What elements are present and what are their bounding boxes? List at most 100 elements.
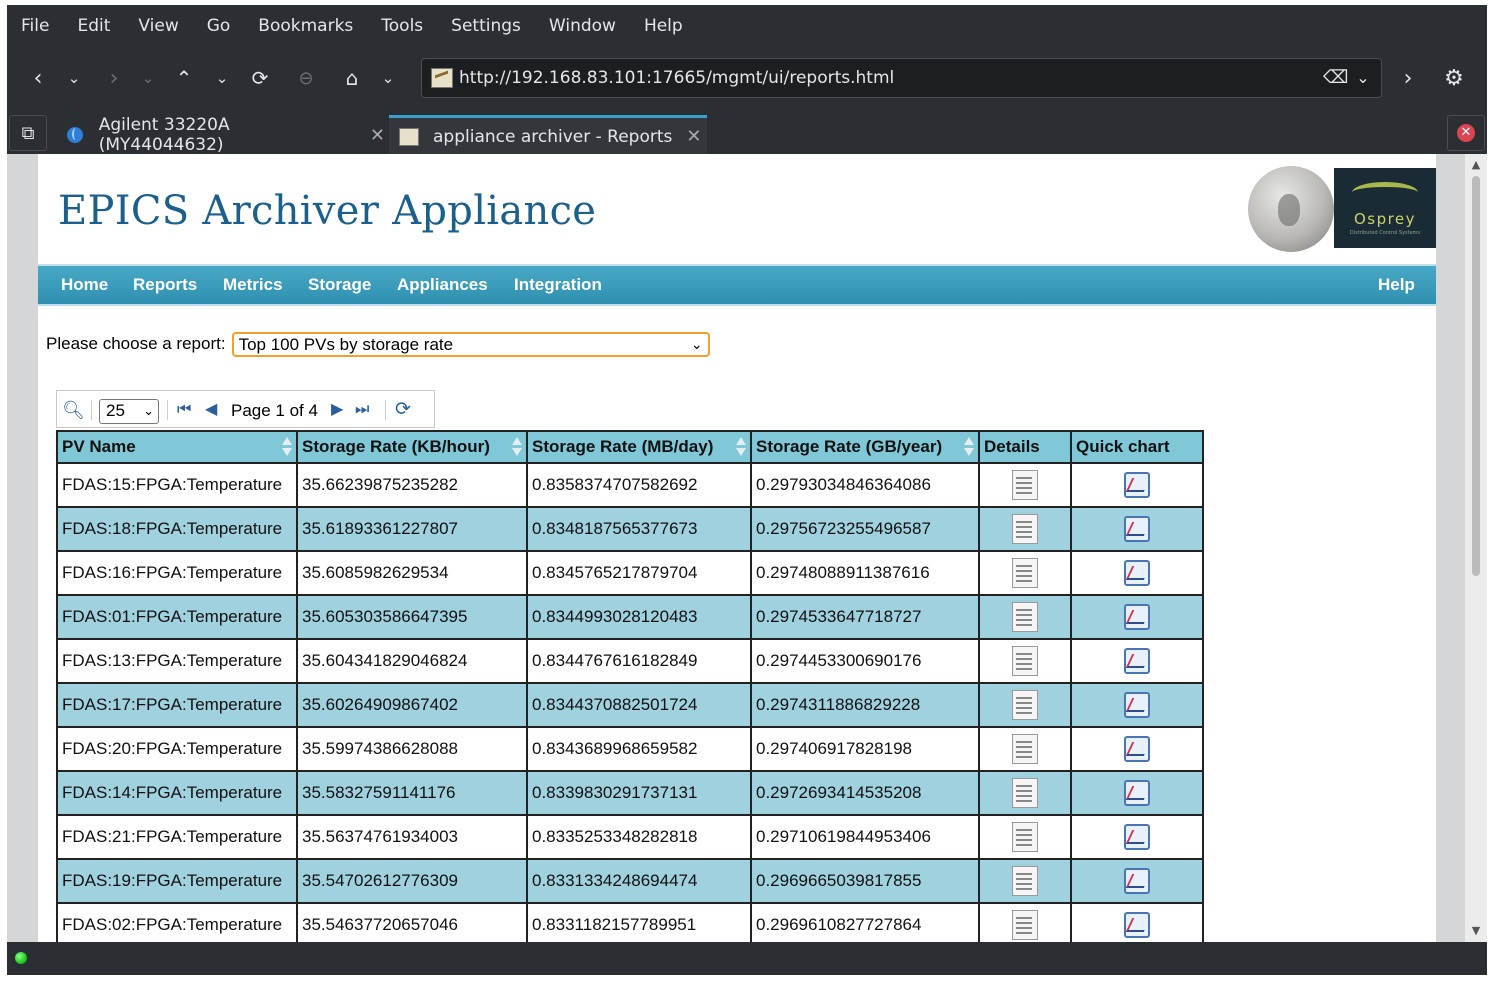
next-page-icon[interactable]: ▶ [331, 399, 343, 421]
menu-bookmarks[interactable]: Bookmarks [244, 5, 367, 47]
pv-name-cell: FDAS:16:FPGA:Temperature [56, 550, 298, 596]
sort-icon[interactable] [736, 437, 746, 457]
details-cell [978, 902, 1072, 942]
prev-page-icon[interactable]: ◀ [205, 399, 217, 421]
nav-home[interactable]: Home [61, 266, 108, 304]
quick-chart-icon[interactable] [1124, 516, 1150, 542]
sort-icon[interactable] [282, 437, 292, 457]
gb-year-cell: 0.2972693414535208 [750, 770, 980, 816]
report-select[interactable]: Top 100 PVs by storage rate ⌄ [231, 331, 710, 357]
tab-agilent[interactable]: Agilent 33220A (MY44044632) ✕ [55, 115, 385, 155]
nav-metrics[interactable]: Metrics [223, 266, 283, 304]
nav-storage[interactable]: Storage [308, 266, 371, 304]
nav-reports[interactable]: Reports [133, 266, 197, 304]
tab-reports[interactable]: appliance archiver - Reports ✕ [389, 115, 707, 155]
bird-icon [1352, 182, 1418, 203]
column-header-mb-day[interactable]: Storage Rate (MB/day) [526, 430, 752, 464]
details-icon[interactable] [1012, 558, 1038, 588]
refresh-icon[interactable]: ⟳ [395, 399, 411, 421]
browser-window: File Edit View Go Bookmarks Tools Settin… [7, 5, 1487, 975]
scrollbar-thumb[interactable] [1472, 176, 1480, 576]
stop-icon[interactable]: ⊖ [289, 59, 323, 97]
quick-chart-icon[interactable] [1124, 472, 1150, 498]
quick-chart-icon[interactable] [1124, 868, 1150, 894]
sort-icon[interactable] [512, 437, 522, 457]
pv-name-cell: FDAS:15:FPGA:Temperature [56, 462, 298, 508]
details-icon[interactable] [1012, 866, 1038, 896]
first-page-icon[interactable]: ⏮ [177, 399, 191, 421]
details-icon[interactable] [1012, 734, 1038, 764]
menu-edit[interactable]: Edit [63, 5, 124, 47]
details-icon[interactable] [1012, 470, 1038, 500]
up-history-chevron-icon[interactable]: ⌄ [205, 59, 239, 97]
mb-day-cell: 0.8344993028120483 [526, 594, 752, 640]
menu-help[interactable]: Help [630, 5, 697, 47]
menu-tools[interactable]: Tools [367, 5, 437, 47]
details-icon[interactable] [1012, 646, 1038, 676]
forward-history-chevron-icon[interactable]: ⌄ [131, 59, 165, 97]
quick-chart-icon[interactable] [1124, 736, 1150, 762]
column-header-pv-name[interactable]: PV Name [56, 430, 298, 464]
quick-chart-icon[interactable] [1124, 560, 1150, 586]
quick-chart-icon[interactable] [1124, 604, 1150, 630]
quick-chart-icon[interactable] [1124, 648, 1150, 674]
quick-chart-icon[interactable] [1124, 692, 1150, 718]
details-icon[interactable] [1012, 602, 1038, 632]
pager-divider [385, 400, 386, 420]
nav-appliances[interactable]: Appliances [397, 266, 488, 304]
close-icon[interactable]: ✕ [686, 126, 701, 147]
scroll-up-icon[interactable]: ▲ [1465, 156, 1487, 174]
close-tab-button[interactable]: ✕ [1447, 115, 1485, 151]
column-header-gb-year[interactable]: Storage Rate (GB/year) [750, 430, 980, 464]
back-icon[interactable]: ‹ [21, 59, 55, 97]
site-favicon-icon [399, 127, 419, 147]
quick-chart-icon[interactable] [1124, 780, 1150, 806]
close-icon[interactable]: ✕ [370, 125, 385, 146]
forward-icon[interactable]: › [97, 59, 131, 97]
clear-url-icon[interactable]: ⌫ [1323, 68, 1348, 88]
details-icon[interactable] [1012, 910, 1038, 940]
vertical-scrollbar[interactable]: ▲ ▼ [1465, 154, 1487, 942]
web-viewport[interactable]: EPICS Archiver Appliance Osprey Distribu… [7, 154, 1487, 942]
column-header-kb-hour[interactable]: Storage Rate (KB/hour) [296, 430, 528, 464]
details-icon[interactable] [1012, 514, 1038, 544]
details-icon[interactable] [1012, 822, 1038, 852]
nav-help[interactable]: Help [1378, 266, 1415, 304]
menu-file[interactable]: File [7, 5, 63, 47]
search-icon[interactable]: 🔍︎ [62, 399, 85, 421]
sort-icon[interactable] [964, 437, 974, 457]
back-history-chevron-icon[interactable]: ⌄ [57, 59, 91, 97]
gear-icon[interactable]: ⚙ [1437, 59, 1471, 97]
kb-hour-cell: 35.605303586647395 [296, 594, 528, 640]
new-window-icon[interactable]: ⧉ [9, 115, 47, 151]
report-table: PV Name Storage Rate (KB/hour) Storage R… [56, 430, 1204, 942]
report-chooser-label: Please choose a report: [46, 334, 226, 353]
gb-year-cell: 0.29793034846364086 [750, 462, 980, 508]
mb-day-cell: 0.8344767616182849 [526, 638, 752, 684]
menu-go[interactable]: Go [193, 5, 245, 47]
address-bar[interactable]: http://192.168.83.101:17665/mgmt/ui/repo… [421, 58, 1382, 98]
home-icon[interactable]: ⌂ [335, 59, 369, 97]
menu-view[interactable]: View [124, 5, 192, 47]
url-text[interactable]: http://192.168.83.101:17665/mgmt/ui/repo… [459, 59, 894, 97]
mb-day-cell: 0.8345765217879704 [526, 550, 752, 596]
details-icon[interactable] [1012, 690, 1038, 720]
details-icon[interactable] [1012, 778, 1038, 808]
page-size-select[interactable]: 25 ⌄ [99, 399, 159, 424]
quick-chart-icon[interactable] [1124, 824, 1150, 850]
nav-integration[interactable]: Integration [514, 266, 602, 304]
last-page-icon[interactable]: ⏭ [355, 399, 369, 421]
go-icon[interactable]: › [1391, 59, 1425, 97]
kb-hour-cell: 35.66239875235282 [296, 462, 528, 508]
page-size-value: 25 [106, 401, 125, 420]
quick-chart-cell [1070, 594, 1204, 640]
menu-settings[interactable]: Settings [437, 5, 535, 47]
reload-icon[interactable]: ⟳ [243, 59, 277, 97]
scroll-down-icon[interactable]: ▼ [1465, 922, 1487, 940]
menu-window[interactable]: Window [535, 5, 630, 47]
quick-chart-icon[interactable] [1124, 912, 1150, 938]
up-icon[interactable]: ⌃ [167, 59, 201, 97]
mb-day-cell: 0.8344370882501724 [526, 682, 752, 728]
url-history-chevron-icon[interactable]: ⌄ [1351, 65, 1375, 91]
home-chevron-icon[interactable]: ⌄ [371, 59, 405, 97]
